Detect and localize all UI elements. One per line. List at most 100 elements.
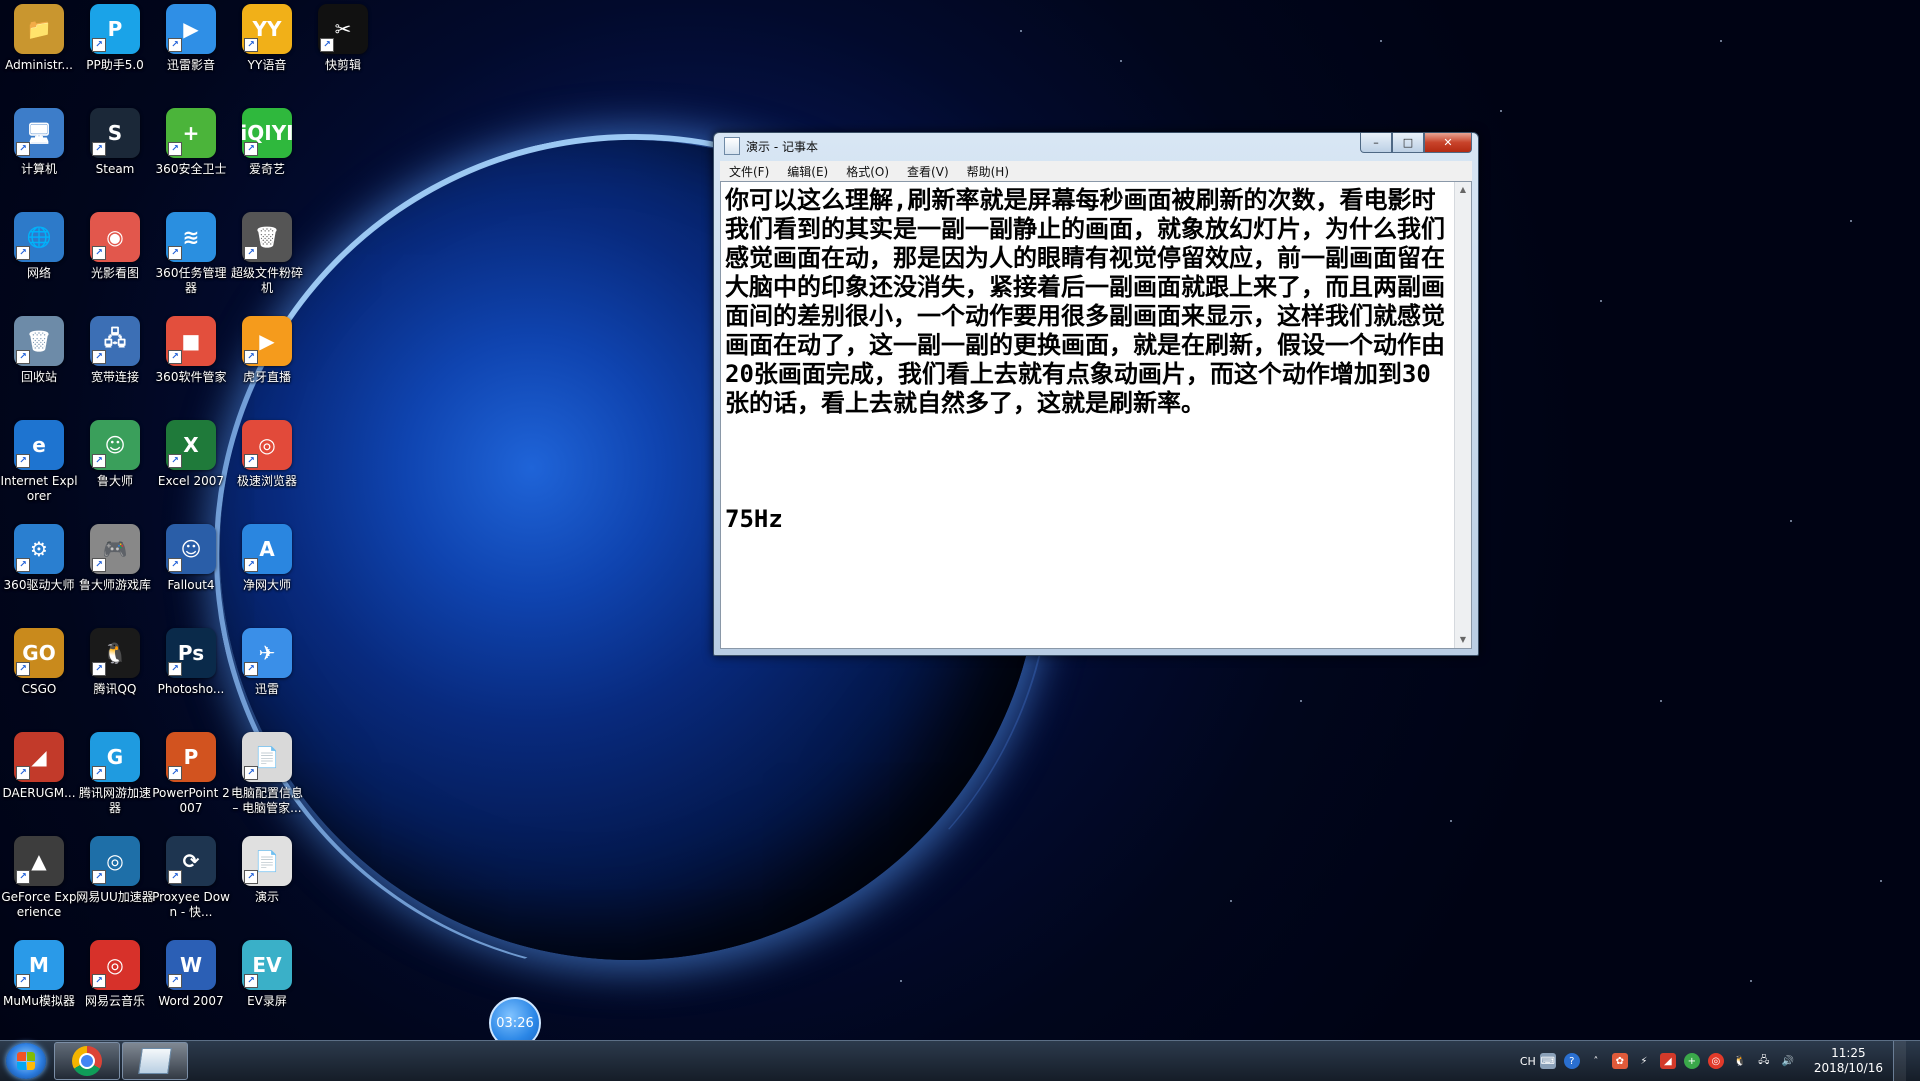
desktop-icon[interactable]: YY ↗ YY语音 — [228, 4, 306, 104]
editor-content[interactable]: 你可以这么理解,刷新率就是屏幕每秒画面被刷新的次数，看电影时我们看到的其实是一副… — [725, 186, 1447, 534]
shortcut-arrow-icon: ↗ — [16, 766, 30, 780]
title-bar[interactable]: 演示 - 记事本 – □ ✕ — [714, 133, 1478, 159]
pp-assistant-icon: P ↗ — [90, 4, 140, 54]
scroll-up-icon[interactable]: ▲ — [1455, 182, 1471, 198]
keyboard-icon[interactable]: ⌨ — [1539, 1053, 1556, 1069]
desktop-icon[interactable]: EV ↗ EV录屏 — [228, 940, 306, 1040]
language-indicator[interactable]: CH — [1520, 1055, 1536, 1068]
menu-edit[interactable]: 编辑(E) — [778, 163, 837, 180]
desktop-icon[interactable]: ✈ ↗ 迅雷 — [228, 628, 306, 728]
menu-view[interactable]: 查看(V) — [898, 163, 958, 180]
tray-app-icon[interactable]: ✿ — [1611, 1053, 1628, 1069]
desktop-icon[interactable]: P ↗ PP助手5.0 — [76, 4, 154, 104]
desktop-icon[interactable]: ≋ ↗ 360任务管理器 — [152, 212, 230, 312]
notepad-window[interactable]: 演示 - 记事本 – □ ✕ 文件(F) 编辑(E) 格式(O) 查看(V) 帮… — [713, 132, 1479, 656]
volume-icon[interactable]: 🔊 — [1780, 1053, 1796, 1069]
star — [1850, 220, 1852, 222]
desktop-icon[interactable]: ◎ ↗ 极速浏览器 — [228, 420, 306, 520]
desktop-icon[interactable]: 🎮 ↗ 鲁大师游戏库 — [76, 524, 154, 624]
desktop-icon-label: 网易云音乐 — [84, 994, 145, 1008]
desktop-icon[interactable]: P ↗ PowerPoint 2007 — [152, 732, 230, 832]
star — [900, 980, 902, 982]
tray-360-icon[interactable]: + — [1683, 1053, 1700, 1069]
desktop-icon[interactable]: ▲ ↗ GeForce Experience — [0, 836, 78, 936]
photo-viewer-icon: ◉ ↗ — [90, 212, 140, 262]
menu-help[interactable]: 帮助(H) — [958, 163, 1018, 180]
shortcut-arrow-icon: ↗ — [16, 142, 30, 156]
photoshop-icon: Ps ↗ — [166, 628, 216, 678]
vertical-scrollbar[interactable]: ▲ ▼ — [1454, 182, 1471, 648]
shortcut-arrow-icon: ↗ — [168, 870, 182, 884]
recording-timer[interactable]: 03:26 — [489, 997, 541, 1040]
desktop-icon[interactable]: iQIYI ↗ 爱奇艺 — [228, 108, 306, 208]
minimize-button[interactable]: – — [1360, 133, 1392, 153]
desktop-icon[interactable]: 🐧 ↗ 腾讯QQ — [76, 628, 154, 728]
show-desktop-button[interactable] — [1893, 1041, 1906, 1081]
desktop-icon-label: 演示 — [254, 890, 279, 904]
desktop-icon[interactable]: 📁 Administr... — [0, 4, 78, 104]
tray-shield-icon[interactable]: ◢ — [1659, 1053, 1676, 1069]
network-icon: 🌐 ↗ — [14, 212, 64, 262]
desktop-icon-label: 360驱动大师 — [3, 578, 75, 592]
shortcut-arrow-icon: ↗ — [168, 454, 182, 468]
tray-arrow-icon[interactable]: ˄ — [1588, 1053, 1604, 1069]
uu-accelerator-icon: ◎ ↗ — [90, 836, 140, 886]
desktop-icon[interactable]: ■ ↗ 360软件管家 — [152, 316, 230, 416]
desktop-icon[interactable]: 📄 ↗ 演示 — [228, 836, 306, 936]
desktop-icon[interactable]: e ↗ Internet Explorer — [0, 420, 78, 520]
desktop-icon[interactable]: M ↗ MuMu模拟器 — [0, 940, 78, 1040]
desktop-icon[interactable]: ⟳ ↗ Proxyee Down - 快... — [152, 836, 230, 936]
taskbar-chrome[interactable] — [54, 1042, 120, 1080]
desktop-icon[interactable]: A ↗ 净网大师 — [228, 524, 306, 624]
shortcut-arrow-icon: ↗ — [244, 350, 258, 364]
shortcut-arrow-icon: ↗ — [168, 350, 182, 364]
desktop-icon[interactable]: X ↗ Excel 2007 — [152, 420, 230, 520]
desktop-icon-label: 计算机 — [20, 162, 57, 176]
desktop-icon[interactable]: 📄 ↗ 电脑配置信息 – 电脑管家... — [228, 732, 306, 832]
desktop-icon[interactable]: ☺ ↗ Fallout4 — [152, 524, 230, 624]
desktop-icon[interactable]: ▶ ↗ 迅雷影音 — [152, 4, 230, 104]
desktop-icon[interactable]: ◎ ↗ 网易云音乐 — [76, 940, 154, 1040]
tray-qq-icon[interactable]: 🐧 — [1732, 1053, 1748, 1069]
tray-network-tool-icon[interactable]: ⚡ — [1636, 1053, 1652, 1069]
desktop-icon[interactable]: + ↗ 360安全卫士 — [152, 108, 230, 208]
desktop-icon[interactable]: ✂ ↗ 快剪辑 — [304, 4, 382, 104]
desktop-icon[interactable]: W ↗ Word 2007 — [152, 940, 230, 1040]
desktop-icon-label: EV录屏 — [247, 994, 287, 1008]
taskbar-notepad[interactable] — [122, 1042, 188, 1080]
desktop-icon[interactable]: ▶ ↗ 虎牙直播 — [228, 316, 306, 416]
star — [1120, 60, 1122, 62]
network-icon[interactable]: 🖧 — [1756, 1053, 1772, 1069]
desktop-icon-label: 网易UU加速器 — [76, 890, 154, 904]
desktop-icon[interactable]: ☺ ↗ 鲁大师 — [76, 420, 154, 520]
menu-file[interactable]: 文件(F) — [720, 163, 778, 180]
scroll-down-icon[interactable]: ▼ — [1455, 632, 1471, 648]
desktop-icon[interactable]: ◢ ↗ DAERUGM... — [0, 732, 78, 832]
clock[interactable]: 11:25 2018/10/16 — [1814, 1046, 1883, 1076]
shortcut-arrow-icon: ↗ — [92, 142, 106, 156]
adsafe-icon: A ↗ — [242, 524, 292, 574]
maximize-button[interactable]: □ — [1392, 133, 1424, 153]
close-button[interactable]: ✕ — [1424, 133, 1472, 153]
shortcut-arrow-icon: ↗ — [244, 558, 258, 572]
360-security-icon: + ↗ — [166, 108, 216, 158]
help-icon[interactable]: ? — [1563, 1053, 1580, 1069]
text-editor[interactable]: 你可以这么理解,刷新率就是屏幕每秒画面被刷新的次数，看电影时我们看到的其实是一副… — [720, 181, 1472, 649]
desktop-icon[interactable]: ◉ ↗ 光影看图 — [76, 212, 154, 312]
tray-music-icon[interactable]: ◎ — [1707, 1053, 1724, 1069]
desktop-icon[interactable]: G ↗ 腾讯网游加速器 — [76, 732, 154, 832]
ev-recorder-icon: EV ↗ — [242, 940, 292, 990]
shortcut-arrow-icon: ↗ — [92, 558, 106, 572]
desktop-icon[interactable]: GO ↗ CSGO — [0, 628, 78, 728]
desktop-icon[interactable]: 🌐 ↗ 网络 — [0, 212, 78, 312]
desktop-icon[interactable]: 🗑 ↗ 回收站 — [0, 316, 78, 416]
desktop-icon[interactable]: Ps ↗ Photosho... — [152, 628, 230, 728]
menu-format[interactable]: 格式(O) — [837, 163, 898, 180]
desktop-icon[interactable]: ◎ ↗ 网易UU加速器 — [76, 836, 154, 936]
desktop-icon[interactable]: 🖧 ↗ 宽带连接 — [76, 316, 154, 416]
start-button[interactable] — [6, 1043, 46, 1079]
desktop-icon[interactable]: 🗑 ↗ 超级文件粉碎机 — [228, 212, 306, 312]
desktop-icon[interactable]: S ↗ Steam — [76, 108, 154, 208]
desktop-icon[interactable]: 🖥 ↗ 计算机 — [0, 108, 78, 208]
desktop-icon[interactable]: ⚙ ↗ 360驱动大师 — [0, 524, 78, 624]
